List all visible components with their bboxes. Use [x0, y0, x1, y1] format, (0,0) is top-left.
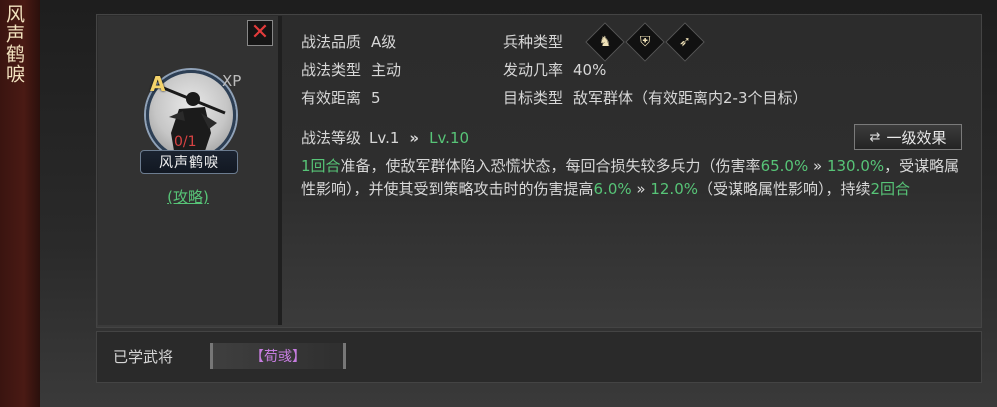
skill-grade: A — [150, 72, 166, 96]
level-effect-label: 一级效果 — [886, 128, 947, 147]
level-row: 战法等级 Lv.1 » Lv.10 — [301, 127, 469, 148]
target-row: 目标类型 敌军群体（有效距离内2-3个目标） — [503, 87, 808, 108]
skill-description: 1回合准备，使敌军群体陷入恐慌状态，每回合损失较多兵力（伤害率65.0% » 1… — [301, 155, 963, 201]
desc-arrow-2: » — [631, 180, 651, 198]
xp-label: XP — [222, 72, 242, 90]
skill-name: 风声鹤唳 — [140, 150, 238, 174]
learned-generals-bar: 已学武将 【荀彧】 — [96, 331, 982, 383]
target-value: 敌军群体（有效距离内2-3个目标） — [573, 89, 808, 107]
range-label: 有效距离 — [301, 89, 362, 107]
guide-link[interactable]: (攻略) — [98, 186, 278, 207]
trigger-rate-row: 发动几率 40% — [503, 59, 606, 80]
desc-bonus-max: 12.0% — [650, 180, 698, 198]
skill-type-row: 战法类型 主动 — [301, 59, 401, 80]
skill-type-label: 战法类型 — [301, 61, 362, 79]
level-max: Lv.10 — [429, 129, 470, 147]
skill-count: 0/1 — [174, 134, 197, 150]
troop-type-row: 兵种类型 — [503, 31, 563, 52]
desc-dmg-max: 130.0% — [826, 157, 885, 175]
desc-prep-turns: 1回合 — [301, 157, 341, 175]
desc-duration: 2回合 — [870, 180, 911, 198]
skill-type-value: 主动 — [371, 61, 402, 79]
level-current: Lv.1 — [369, 129, 400, 147]
desc-arrow-1: » — [808, 157, 827, 175]
level-label: 战法等级 — [301, 129, 362, 147]
quality-value: A级 — [371, 33, 397, 51]
range-value: 5 — [371, 89, 381, 107]
side-banner: 风声鹤唳 — [0, 0, 40, 407]
quality-row: 战法品质 A级 — [301, 31, 396, 52]
level-arrow: » — [409, 129, 420, 147]
general-tag-xunyu[interactable]: 【荀彧】 — [210, 343, 346, 369]
trigger-rate-label: 发动几率 — [503, 61, 564, 79]
bow-icon: ➶ — [665, 22, 705, 62]
close-button[interactable]: ✕ — [247, 20, 273, 46]
skill-detail-panel: ✕ A XP 0/1 风声鹤唳 (攻略) 战法品质 A级 战法类型 主动 有效距离 5 — [96, 14, 982, 328]
cavalry-icon: ♞ — [585, 22, 625, 62]
level-effect-button[interactable]: ⇄ 一级效果 — [854, 124, 962, 150]
desc-text-1: 准备，使敌军群体陷入恐慌状态，每回合损失较多兵力（伤害率 — [340, 157, 761, 175]
target-label: 目标类型 — [503, 89, 564, 107]
troop-type-label: 兵种类型 — [503, 33, 564, 51]
shield-icon: ⛨ — [625, 22, 665, 62]
desc-bonus-min: 6.0% — [593, 180, 632, 198]
close-icon: ✕ — [250, 20, 270, 45]
side-title: 风声鹤唳 — [3, 4, 25, 84]
quality-label: 战法品质 — [301, 33, 362, 51]
range-row: 有效距离 5 — [301, 87, 381, 108]
swap-icon: ⇄ — [869, 129, 881, 145]
trigger-rate-value: 40% — [573, 61, 607, 79]
skill-card: ✕ A XP 0/1 风声鹤唳 (攻略) — [98, 16, 282, 325]
learned-label: 已学武将 — [113, 348, 174, 366]
desc-text-3: （受谋略属性影响），持续 — [698, 180, 871, 198]
desc-dmg-min: 65.0% — [760, 157, 809, 175]
skill-info: 战法品质 A级 战法类型 主动 有效距离 5 兵种类型 ♞ ⛨ ➶ 发动几率 40% 目… — [297, 15, 981, 327]
